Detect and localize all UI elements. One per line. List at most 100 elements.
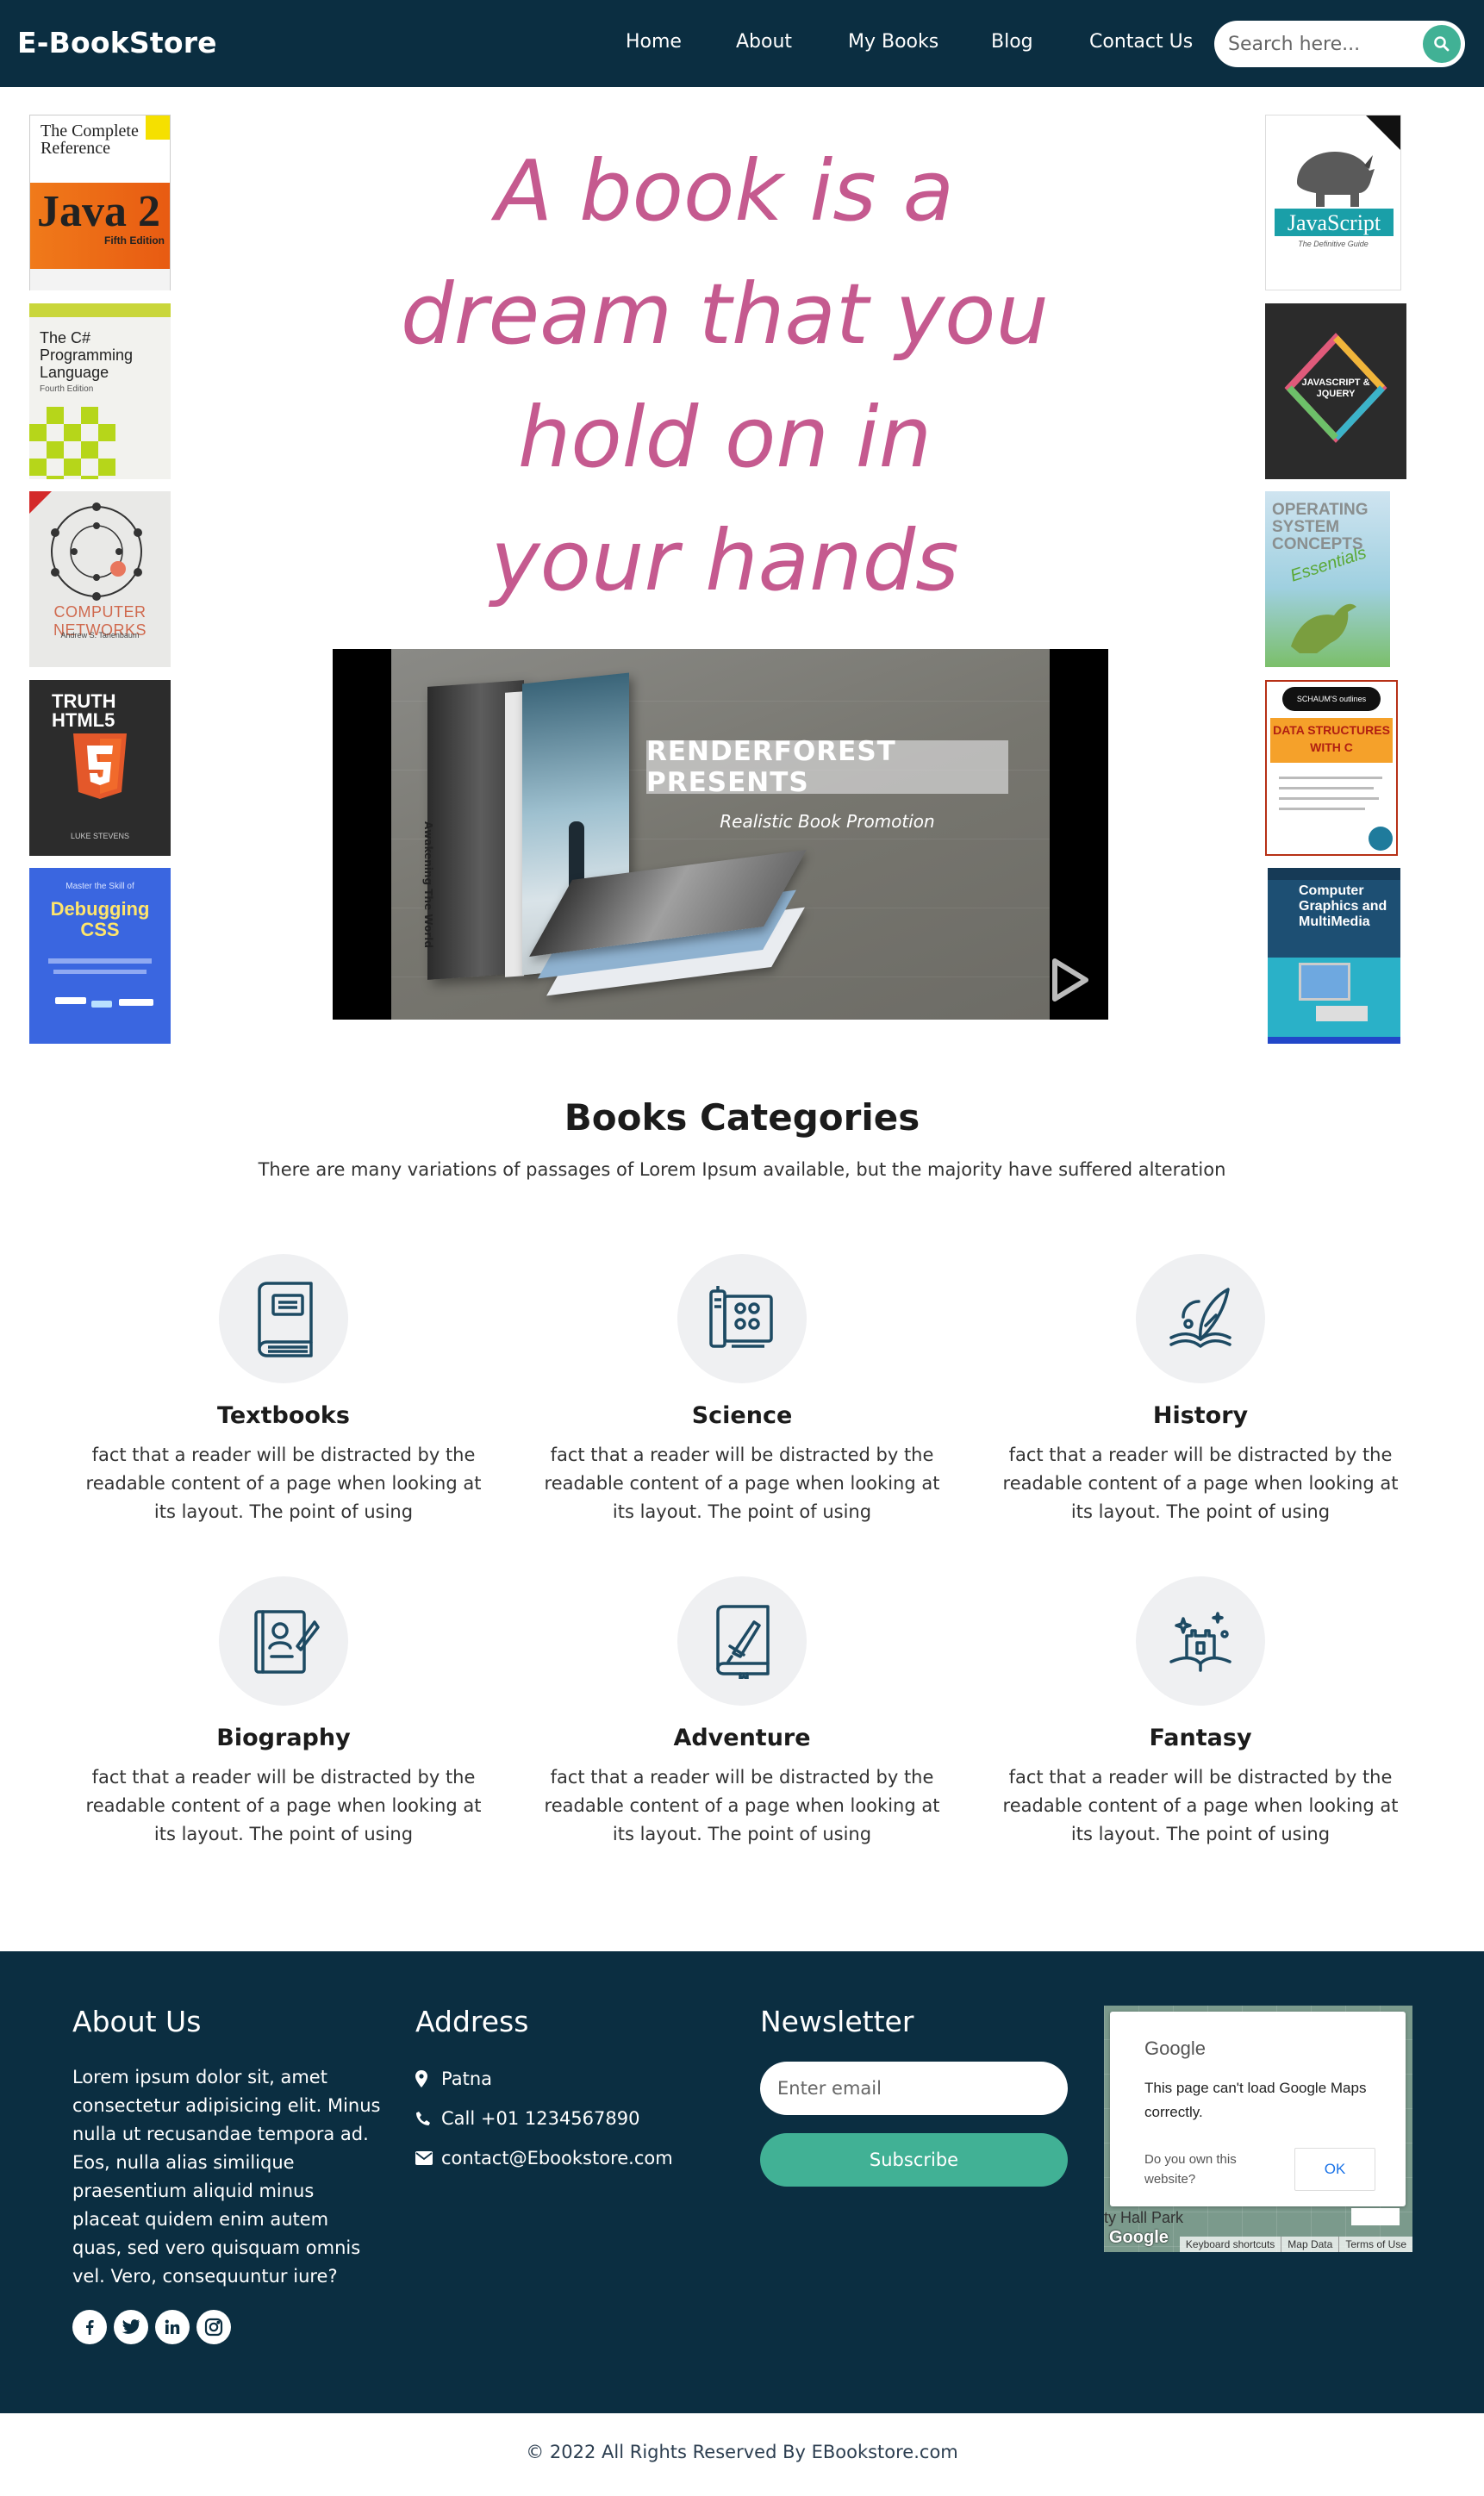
nav-home[interactable]: Home: [626, 31, 682, 53]
category-fantasy[interactable]: Fantasy fact that a reader will be distr…: [994, 1576, 1407, 1849]
category-icon-circle: [1136, 1254, 1265, 1383]
book-title: Computer Graphics and MultiMedia: [1299, 883, 1387, 929]
footer-about-title: About Us: [72, 2005, 202, 2038]
nav-about[interactable]: About: [736, 31, 792, 53]
map-dialog-brand: Google: [1144, 2037, 1206, 2059]
book-cover-javascript-jquery[interactable]: JAVASCRIPT & JQUERY: [1265, 303, 1406, 479]
search-button[interactable]: [1423, 25, 1461, 63]
envelope-icon: [415, 2151, 433, 2165]
category-description: fact that a reader will be distracted by…: [85, 1445, 482, 1522]
footer-address-title: Address: [415, 2005, 529, 2038]
linkedin-icon: [165, 2319, 180, 2334]
map-data-link[interactable]: Map Data: [1281, 2237, 1338, 2252]
address-city-row: Patna: [415, 2069, 492, 2089]
book-subtitle: SCHAUM'S outlines: [1282, 687, 1381, 711]
book-cover-csharp[interactable]: The C# Programming Language Fourth Editi…: [29, 303, 171, 479]
linkedin-link[interactable]: [155, 2310, 190, 2344]
profile-book-icon: [254, 1610, 320, 1674]
twitter-icon: [122, 2319, 140, 2334]
map-keyboard-shortcuts-link[interactable]: Keyboard shortcuts: [1180, 2237, 1281, 2252]
twitter-link[interactable]: [114, 2310, 148, 2344]
category-biography[interactable]: Biography fact that a reader will be dis…: [77, 1576, 490, 1849]
book-cover-javascript[interactable]: JavaScript The Definitive Guide: [1265, 115, 1401, 290]
category-title: Biography: [216, 1725, 351, 1751]
category-description: fact that a reader will be distracted by…: [1002, 1767, 1399, 1844]
address-phone[interactable]: Call +01 1234567890: [441, 2108, 639, 2129]
dinosaur-icon: [1291, 603, 1356, 653]
category-description: fact that a reader will be distracted by…: [1002, 1445, 1399, 1522]
google-logo: Google: [1109, 2228, 1169, 2247]
book-subtitle: Java 2: [37, 187, 160, 236]
map-ok-button[interactable]: OK: [1294, 2148, 1375, 2191]
quill-book-icon: [1169, 1288, 1231, 1348]
instagram-icon: [204, 2318, 223, 2337]
map-attribution-bar: Keyboard shortcuts Map Data Terms of Use: [1179, 2237, 1412, 2252]
book-title: The C# Programming Language: [40, 329, 134, 381]
category-title: Textbooks: [217, 1402, 350, 1429]
footer-newsletter-title: Newsletter: [760, 2005, 914, 2038]
facebook-link[interactable]: [72, 2310, 107, 2344]
brand-logo[interactable]: E-BookStore: [17, 26, 217, 59]
book-title: Debugging CSS: [50, 898, 150, 940]
book-subtitle: Fourth Edition: [40, 384, 94, 394]
instagram-link[interactable]: [196, 2310, 231, 2344]
category-textbooks[interactable]: Textbooks fact that a reader will be dis…: [77, 1254, 490, 1526]
nav-my-books[interactable]: My Books: [848, 31, 938, 53]
map-zoom-control[interactable]: [1351, 2208, 1400, 2225]
book-icon: [258, 1282, 313, 1357]
categories-title: Books Categories: [564, 1096, 920, 1139]
category-title: Fantasy: [1149, 1725, 1252, 1751]
search-box: [1214, 21, 1465, 67]
play-icon[interactable]: [1050, 956, 1091, 1004]
search-input[interactable]: [1228, 29, 1409, 59]
google-map-embed[interactable]: Google This page can't load Google Maps …: [1104, 2006, 1412, 2252]
network-graph-icon: [29, 491, 142, 601]
copyright-text: © 2022 All Rights Reserved By EBookstore…: [526, 2442, 958, 2462]
top-navbar: E-BookStore Home About My Books Blog Con…: [0, 0, 1484, 87]
book-spine-text: Awakening The World: [422, 821, 434, 948]
address-city: Patna: [441, 2069, 493, 2089]
category-title: Adventure: [673, 1725, 811, 1751]
video-frame: Awakening The World RENDERFOREST PRESENT…: [391, 649, 1050, 1020]
book-cover-networks[interactable]: COMPUTER NETWORKS Andrew S. Tanenbaum: [29, 491, 171, 667]
book-cover-java[interactable]: The Complete Reference Java 2 Fifth Edit…: [29, 115, 171, 290]
category-title: Science: [691, 1402, 793, 1429]
promo-video-player[interactable]: Awakening The World RENDERFOREST PRESENT…: [333, 649, 1108, 1020]
book-subtitle: Andrew S. Tanenbaum: [60, 631, 140, 640]
book-title: JAVASCRIPT & JQUERY: [1301, 378, 1370, 399]
nav-blog[interactable]: Blog: [991, 31, 1033, 53]
map-error-dialog: Google This page can't load Google Maps …: [1110, 2012, 1406, 2206]
hero-quote: A book is a dream that you hold on in yo…: [388, 129, 1062, 622]
rhino-icon: [1297, 152, 1375, 207]
book-title: OPERATING SYSTEM CONCEPTS: [1272, 501, 1369, 553]
book-title: DATA STRUCTURES WITH C: [1273, 723, 1390, 754]
book-cover-os-concepts[interactable]: OPERATING SYSTEM CONCEPTS Essentials: [1265, 491, 1390, 667]
newsletter-email-input[interactable]: [760, 2062, 1068, 2115]
book-subtitle: LUKE STEVENS: [70, 832, 130, 840]
sword-book-icon: [716, 1605, 770, 1679]
nav-contact-us[interactable]: Contact Us: [1089, 31, 1193, 53]
map-terms-link[interactable]: Terms of Use: [1338, 2237, 1412, 2252]
quote-line: A book is a: [495, 142, 955, 240]
category-history[interactable]: History fact that a reader will be distr…: [994, 1254, 1407, 1526]
book-cover-computer-graphics[interactable]: Computer Graphics and MultiMedia: [1268, 868, 1400, 1044]
category-icon-circle: [677, 1254, 807, 1383]
map-place-label: ty Hall Park: [1104, 2209, 1184, 2226]
book-cover-data-structures[interactable]: SCHAUM'S outlines DATA STRUCTURES WITH C: [1265, 680, 1398, 856]
book-subtitle: The Definitive Guide: [1298, 240, 1369, 248]
subscribe-button[interactable]: Subscribe: [760, 2133, 1068, 2187]
category-adventure[interactable]: Adventure fact that a reader will be dis…: [535, 1576, 949, 1849]
book-cover-html5[interactable]: TRUTH HTML5 LUKE STEVENS: [29, 680, 171, 856]
facebook-icon: [86, 2320, 94, 2335]
category-icon-circle: [219, 1254, 348, 1383]
book-cover-debugging-css[interactable]: Master the Skill of Debugging CSS: [29, 868, 171, 1044]
category-icon-circle: [219, 1576, 348, 1706]
category-icon-circle: [677, 1576, 807, 1706]
category-title: History: [1152, 1402, 1249, 1429]
quote-line: your hands: [490, 512, 959, 609]
category-icon-circle: [1136, 1576, 1265, 1706]
address-email[interactable]: contact@Ebookstore.com: [441, 2148, 673, 2168]
address-phone-row: Call +01 1234567890: [415, 2108, 639, 2129]
site-footer: About Us Lorem ipsum dolor sit, amet con…: [0, 1951, 1484, 2413]
category-science[interactable]: Science fact that a reader will be distr…: [535, 1254, 949, 1526]
